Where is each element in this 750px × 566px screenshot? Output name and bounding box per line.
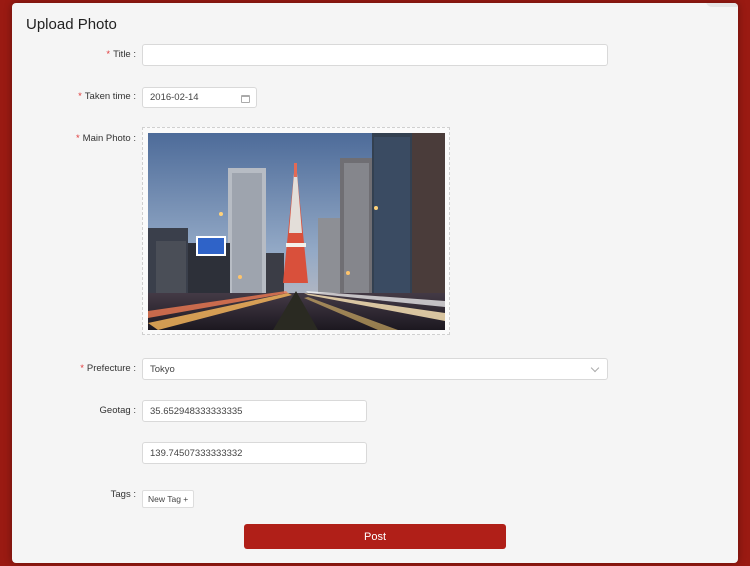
title-input[interactable] [142, 44, 608, 66]
main-photo-upload[interactable] [142, 127, 450, 335]
geotag-label: Geotag : [99, 405, 136, 416]
main-photo-label: * Main Photo : [75, 133, 136, 144]
latitude-input[interactable]: 35.652948333333335 [142, 400, 367, 422]
prefecture-select[interactable]: Tokyo [142, 358, 608, 380]
taken-time-label: * Taken time : [78, 91, 136, 102]
chevron-down-icon [590, 363, 600, 373]
dialog-title: Upload Photo [26, 16, 117, 33]
main-photo-image [148, 133, 445, 330]
taken-time-value: 2016-02-14 [150, 92, 199, 103]
dialog-corner-tab [706, 3, 738, 7]
title-label: * Title : [106, 49, 136, 60]
taken-time-picker[interactable]: 2016-02-14 [142, 87, 257, 108]
new-tag-button[interactable]: New Tag + [142, 490, 195, 508]
longitude-input[interactable]: 139.74507333333332 [142, 442, 367, 464]
upload-photo-dialog: Upload Photo * Title : * Taken time : 2016… [12, 3, 738, 563]
calendar-icon[interactable] [241, 95, 250, 103]
prefecture-label: * Prefecture : [80, 363, 136, 374]
prefecture-value: Tokyo [150, 363, 175, 375]
post-button[interactable]: Post [244, 524, 506, 549]
tags-label: Tags : [110, 489, 136, 500]
